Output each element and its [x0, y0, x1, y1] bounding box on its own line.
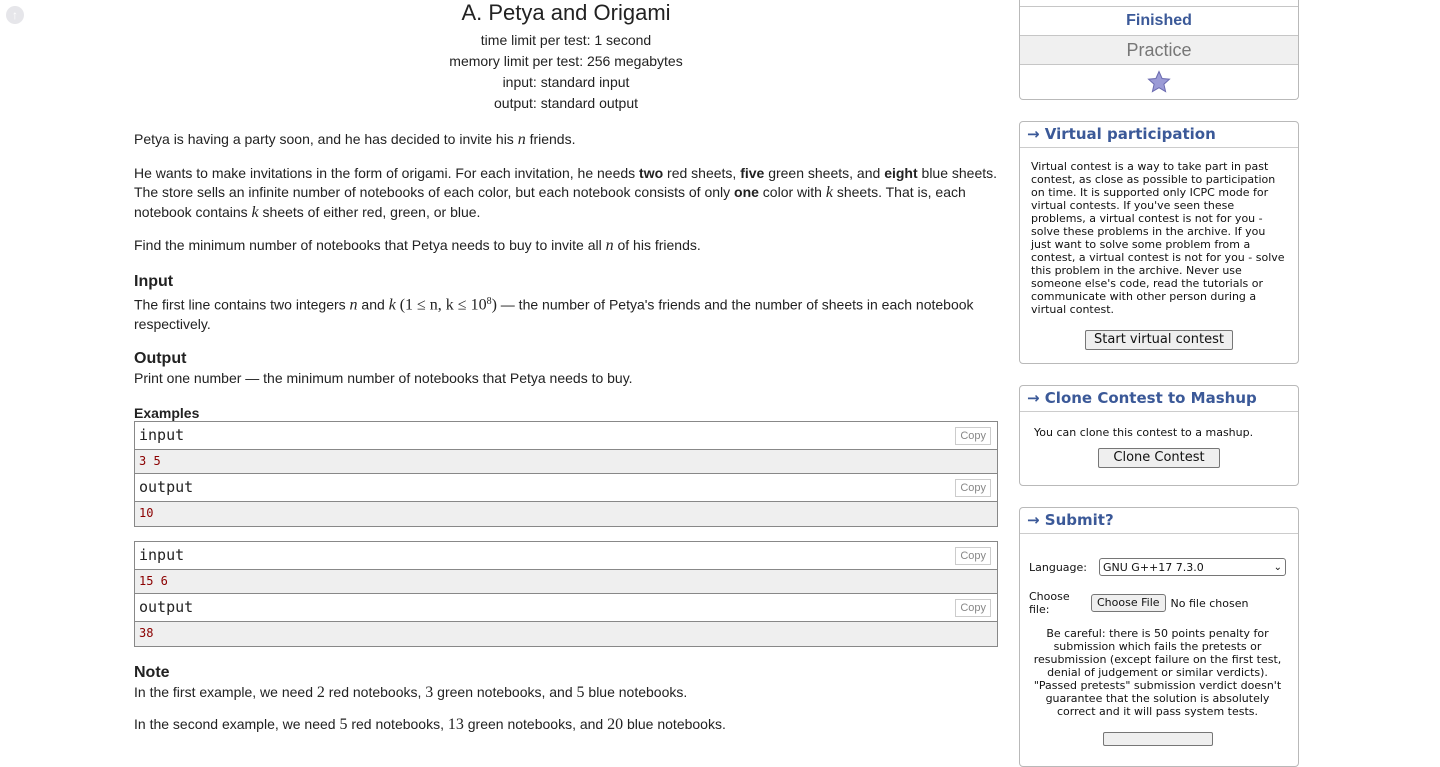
time-limit: time limit per test: 1 second — [480, 32, 652, 48]
sample-output-header: output Copy — [135, 473, 997, 502]
contest-practice: Practice — [1020, 35, 1298, 64]
chevron-down-icon: ⌄ — [1273, 561, 1282, 573]
contest-status-box: Finished Practice — [1019, 0, 1299, 100]
problem-title: A. Petya and Origami — [461, 0, 671, 25]
submit-box: → Submit? Language: GNU G++17 7.3.0 ⌄ Ch… — [1019, 507, 1299, 767]
example-block: input Copy 15 6 output Copy 38 — [134, 540, 998, 647]
sample-input-label: input — [139, 545, 185, 564]
virtual-participation-box: → Virtual participation Virtual contest … — [1019, 121, 1299, 364]
sample-output: 38 — [135, 621, 997, 646]
language-label: Language: — [1029, 560, 1087, 574]
examples-section: Examples input Copy 3 5 output Copy 10 i… — [134, 405, 998, 647]
virtual-participation-title[interactable]: → Virtual participation — [1020, 122, 1298, 148]
sample-output-label: output — [139, 597, 194, 616]
copy-button[interactable]: Copy — [955, 478, 991, 497]
sample-input: 3 5 — [135, 449, 997, 474]
note-section: Note In the first example, we need 2 red… — [134, 663, 998, 735]
virtual-participation-text: Virtual contest is a way to take part in… — [1031, 160, 1285, 316]
copy-button[interactable]: Copy — [955, 598, 991, 617]
sample-input: 15 6 — [135, 569, 997, 594]
sidebar: Finished Practice → Virtual participatio… — [1019, 0, 1299, 767]
star-icon[interactable] — [1147, 70, 1171, 94]
copy-button[interactable]: Copy — [955, 546, 991, 565]
scroll-up-icon[interactable]: ↑ — [6, 6, 24, 24]
note-paragraph-2: In the second example, we need 5 red not… — [134, 716, 726, 734]
language-row: Language: GNU G++17 7.3.0 ⌄ — [1029, 558, 1286, 576]
problem-header: A. Petya and Origami time limit per test… — [134, 0, 998, 114]
input-title: Input — [134, 272, 174, 290]
file-status: No file chosen — [1170, 596, 1249, 610]
sample-input-header: input Copy — [135, 421, 997, 450]
copy-button[interactable]: Copy — [955, 426, 991, 445]
input-text: The first line contains two integers n a… — [134, 295, 974, 332]
clone-contest-button[interactable]: Clone Contest — [1098, 448, 1220, 468]
sample-output: 10 — [135, 501, 997, 526]
input-file: input: standard input — [502, 74, 630, 90]
output-text: Print one number — the minimum number of… — [134, 370, 633, 387]
file-label: Choose file: — [1029, 590, 1070, 616]
penalty-warning: Be careful: there is 50 points penalty f… — [1033, 627, 1282, 718]
start-virtual-contest-button[interactable]: Start virtual contest — [1085, 330, 1233, 350]
input-section: Input The first line contains two intege… — [134, 272, 998, 335]
submit-title[interactable]: → Submit? — [1020, 508, 1298, 534]
example-block: input Copy 3 5 output Copy 10 — [134, 420, 998, 527]
output-file: output: standard output — [494, 95, 638, 111]
legend-paragraph-3: Find the minimum number of notebooks tha… — [134, 237, 701, 254]
favourite-star[interactable] — [1020, 64, 1298, 99]
contest-phase-finished[interactable]: Finished — [1020, 6, 1298, 35]
language-select[interactable]: GNU G++17 7.3.0 ⌄ — [1099, 558, 1286, 576]
problem-statement: A. Petya and Origami time limit per test… — [134, 0, 998, 735]
clone-contest-text: You can clone this contest to a mashup. — [1034, 426, 1254, 439]
examples-title: Examples — [134, 404, 200, 421]
sample-output-label: output — [139, 477, 194, 496]
language-select-value: GNU G++17 7.3.0 — [1103, 560, 1204, 574]
submit-button[interactable] — [1102, 732, 1213, 746]
sample-output-header: output Copy — [135, 593, 997, 622]
choose-file-button[interactable]: Choose File — [1091, 594, 1166, 612]
sample-input-header: input Copy — [135, 541, 997, 570]
sample-input-label: input — [139, 425, 185, 444]
clone-contest-title[interactable]: → Clone Contest to Mashup — [1020, 386, 1298, 412]
legend-paragraph-1: Petya is having a party soon, and he has… — [134, 131, 576, 148]
note-title: Note — [134, 663, 170, 681]
file-row: Choose file: Choose File No file chosen — [1029, 590, 1286, 616]
memory-limit: memory limit per test: 256 megabytes — [449, 53, 683, 69]
output-title: Output — [134, 350, 187, 368]
output-section: Output Print one number — the minimum nu… — [134, 349, 998, 389]
clone-contest-box: → Clone Contest to Mashup You can clone … — [1019, 385, 1299, 486]
legend-paragraph-2: He wants to make invitations in the form… — [134, 164, 998, 221]
note-paragraph-1: In the first example, we need 2 red note… — [134, 683, 688, 701]
